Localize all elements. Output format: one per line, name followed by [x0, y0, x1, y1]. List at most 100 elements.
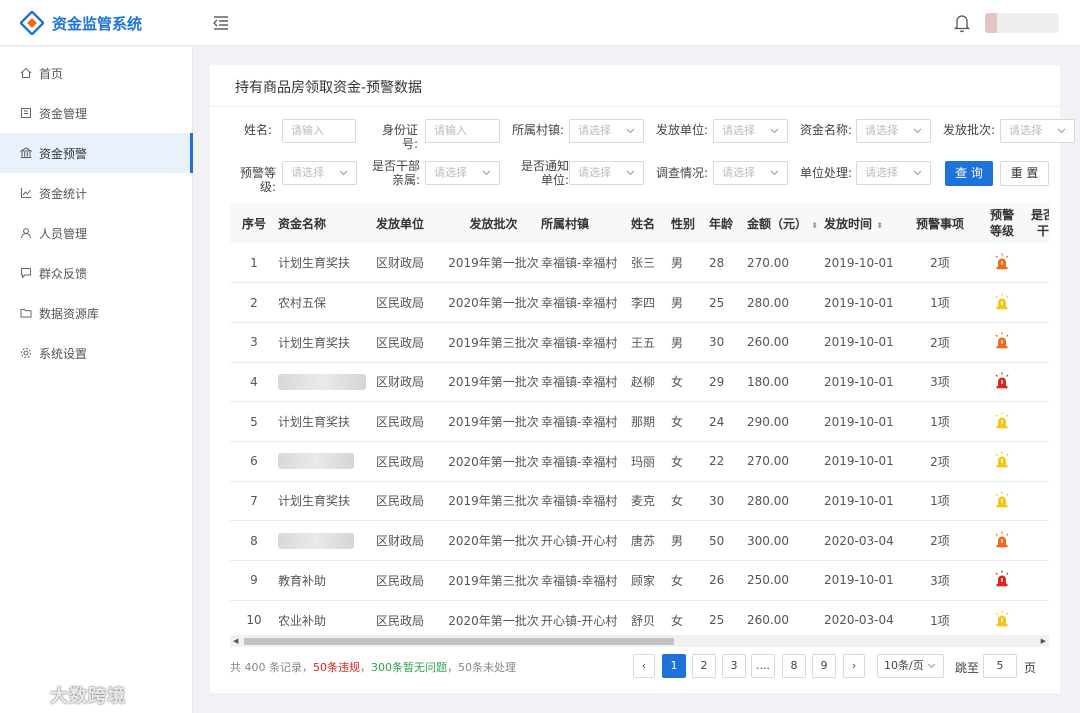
cell-issuer: 区民政局 — [376, 322, 446, 363]
col-no: 序号 — [230, 203, 278, 243]
table-row[interactable]: 3 计划生育奖扶 区民政局 2019年第三批次 幸福镇-幸福村 王五男 30 260.00 20… — [230, 322, 1049, 363]
bell-icon[interactable] — [953, 13, 971, 33]
cell-time: 2019-10-01 — [824, 362, 902, 403]
table-row[interactable]: 7 计划生育奖扶 区民政局 2019年第三批次 幸福镇-幸福村 麦克女 30 280.00 20… — [230, 481, 1049, 522]
cell-no: 3 — [230, 322, 278, 363]
fund-icon — [21, 108, 31, 118]
sidebar-item-fund-statistics[interactable]: 资金统计 — [0, 173, 193, 213]
warning-level-select[interactable]: 请选择 — [282, 161, 357, 185]
menu-collapse-icon[interactable] — [212, 15, 230, 31]
cell-age: 28 — [709, 243, 747, 284]
cell-name: 那期 — [631, 401, 671, 442]
horizontal-scrollbar[interactable]: ◀ ▶ — [230, 635, 1049, 647]
col-gender: 性别 — [671, 203, 709, 243]
id-number-input[interactable]: 请输入 — [425, 119, 500, 143]
survey-select[interactable]: 请选择 — [713, 161, 788, 185]
col-fund-name: 资金名称 — [278, 203, 376, 243]
sidebar-item-fund-management[interactable]: 资金管理 — [0, 93, 193, 133]
village-select[interactable]: 请选择 — [569, 119, 644, 143]
table-row[interactable]: 2 农村五保 区民政局 2020年第一批次 幸福镇-幸福村 李四男 25 280.00 2019… — [230, 282, 1049, 323]
cell-batch: 2019年第一批次 — [446, 401, 541, 442]
cell-village: 幸福镇-幸福村 — [541, 362, 631, 403]
cell-batch: 2020年第一批次 — [446, 441, 541, 482]
unit-handling-select[interactable]: 请选择 — [856, 161, 931, 185]
cell-time: 2019-10-01 — [824, 401, 902, 442]
select-value: 请选择 — [434, 166, 467, 179]
scrollbar-thumb[interactable] — [244, 638, 674, 645]
col-amount[interactable]: 金额（元） ⬍ — [747, 203, 824, 243]
table-row[interactable]: 1 计划生育奖扶 区财政局 2019年第一批次 幸福镇-幸福村 张三男 28 270.00 20… — [230, 243, 1049, 284]
page-button[interactable]: 9 — [812, 654, 836, 678]
cell-gender: 女 — [671, 401, 709, 442]
page-size-select[interactable]: 10条/页 — [877, 654, 944, 678]
table-row[interactable]: 5 计划生育奖扶 区民政局 2019年第一批次 幸福镇-幸福村 那期女 24 290.00 20… — [230, 401, 1049, 442]
issuer-select[interactable]: 请选择 — [713, 119, 788, 143]
query-button[interactable]: 查 询 — [945, 161, 993, 186]
page-size-value: 10条/页 — [884, 659, 924, 672]
cell-age: 25 — [709, 600, 747, 641]
col-issue-time[interactable]: 发放时间 ⬍ — [824, 203, 902, 243]
cell-name: 唐苏 — [631, 520, 671, 561]
page-button[interactable]: 3 — [722, 654, 746, 678]
chevron-down-icon — [913, 170, 922, 176]
scroll-right-icon[interactable]: ▶ — [1041, 637, 1046, 645]
batch-label: 发放批次: — [942, 123, 995, 137]
cell-batch: 2020年第一批次 — [446, 520, 541, 561]
sidebar-item-fund-warning[interactable]: 资金预警 — [0, 133, 193, 173]
label-line: 亲属: — [391, 173, 420, 187]
select-value: 请选择 — [865, 124, 898, 137]
cell-level — [978, 441, 1026, 482]
cell-issuer: 区民政局 — [376, 560, 446, 601]
name-input[interactable]: 请输入 — [282, 119, 356, 143]
chevron-down-icon — [770, 170, 779, 176]
sidebar-item-personnel[interactable]: 人员管理 — [0, 213, 193, 253]
scroll-left-icon[interactable]: ◀ — [233, 637, 238, 645]
col-time-label: 发放时间 — [824, 216, 873, 231]
sort-icon[interactable]: ⬍ — [811, 221, 818, 230]
reset-button[interactable]: 重 置 — [1000, 161, 1049, 186]
table-row[interactable]: 4 区财政局 2019年第一批次 幸福镇-幸福村 赵柳女 29 180.00 2019-10-… — [230, 362, 1049, 403]
folder-icon — [20, 309, 32, 318]
cell-amount: 260.00 — [747, 322, 824, 363]
page-button[interactable]: 8 — [782, 654, 806, 678]
cell-batch: 2019年第一批次 — [446, 362, 541, 403]
cell-truncated — [1026, 441, 1049, 482]
sidebar-item-settings[interactable]: 系统设置 — [0, 333, 193, 373]
user-avatar[interactable] — [985, 13, 1059, 33]
chart-icon — [21, 188, 31, 198]
table-row[interactable]: 6 区民政局 2020年第一批次 幸福镇-幸福村 玛丽女 22 270.00 2019-10-… — [230, 441, 1049, 482]
cell-name: 玛丽 — [631, 441, 671, 482]
cell-time: 2019-10-01 — [824, 243, 902, 284]
issuer-label: 发放单位: — [655, 123, 708, 137]
cell-issuer: 区财政局 — [376, 362, 446, 403]
redacted-value — [278, 532, 354, 549]
cell-time: 2019-10-01 — [824, 560, 902, 601]
fund-name-label: 资金名称: — [799, 123, 852, 137]
table-row[interactable]: 10 农业补助 区民政局 2020年第一批次 开心镇-开心村 舒贝女 25 260.00 202… — [230, 600, 1049, 641]
cell-amount: 280.00 — [747, 481, 824, 522]
next-page-button[interactable]: › — [843, 654, 865, 678]
alarm-icon — [995, 451, 1009, 468]
chevron-down-icon — [626, 128, 635, 134]
cell-batch: 2019年第三批次 — [446, 481, 541, 522]
home-icon — [20, 67, 32, 78]
cadre-relative-select[interactable]: 请选择 — [425, 161, 500, 185]
sidebar-item-feedback[interactable]: 群众反馈 — [0, 253, 193, 293]
alarm-icon — [995, 332, 1009, 349]
cell-issuer: 区民政局 — [376, 441, 446, 482]
sidebar-item-data-repository[interactable]: 数据资源库 — [0, 293, 193, 333]
prev-page-button[interactable]: ‹ — [633, 654, 655, 678]
fund-name-select[interactable]: 请选择 — [856, 119, 931, 143]
sidebar-item-home[interactable]: 首页 — [0, 53, 193, 93]
redacted-value — [278, 453, 354, 470]
sort-icon[interactable]: ⬍ — [876, 221, 883, 230]
table-row[interactable]: 8 区财政局 2020年第一批次 开心镇-开心村 唐苏男 50 300.00 2020-03-… — [230, 520, 1049, 561]
table-row[interactable]: 9 教育补助 区民政局 2019年第三批次 幸福镇-幸福村 顾家女 26 250.00 2019… — [230, 560, 1049, 601]
goto-page-input[interactable]: 5 — [983, 654, 1017, 678]
batch-select[interactable]: 请选择 — [1000, 119, 1075, 143]
page-ellipsis[interactable]: .... — [751, 654, 775, 678]
page-button[interactable]: 1 — [662, 654, 686, 678]
page-button[interactable]: 2 — [692, 654, 716, 678]
notified-unit-select[interactable]: 请选择 — [569, 161, 644, 185]
cell-truncated — [1026, 520, 1049, 561]
